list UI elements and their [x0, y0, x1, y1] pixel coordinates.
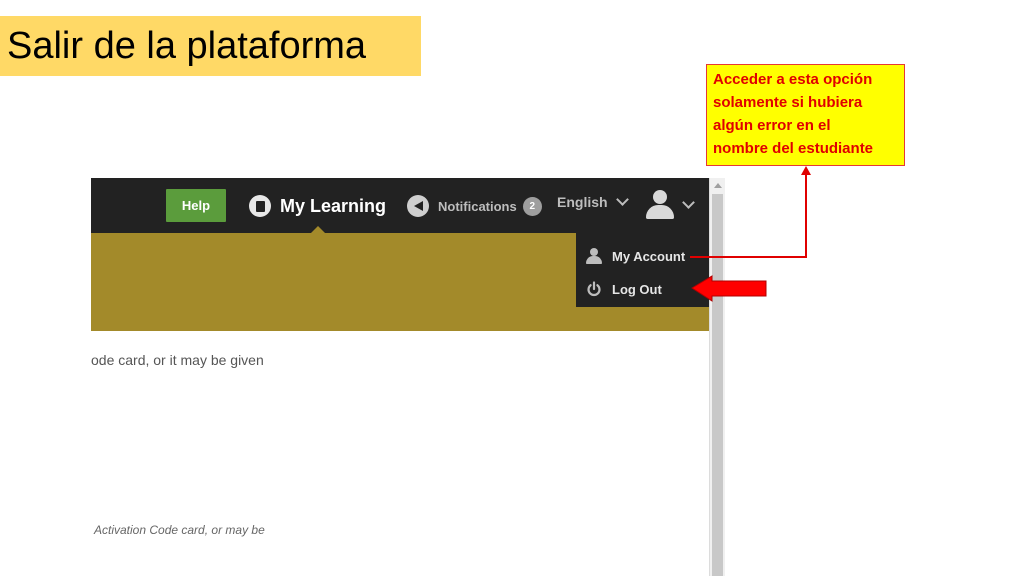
scroll-thumb[interactable]: [712, 194, 723, 576]
notifications-nav[interactable]: Notifications 2: [407, 192, 542, 220]
user-menu-toggle[interactable]: [644, 188, 695, 222]
language-selector[interactable]: English: [557, 193, 629, 210]
language-label: English: [557, 194, 608, 210]
user-avatar-icon: [644, 188, 676, 222]
page-text: ode card, or it may be given: [91, 352, 264, 368]
callout-line: solamente si hubiera: [713, 94, 863, 111]
notifications-count-badge: 2: [522, 196, 542, 216]
chevron-down-icon: [615, 193, 629, 206]
book-icon: [249, 195, 271, 217]
notifications-label: Notifications: [438, 198, 517, 214]
chevron-down-icon: [682, 196, 695, 209]
megaphone-icon: [407, 195, 429, 217]
callout-line: nombre del estudiante: [713, 140, 874, 157]
scroll-up-arrow-icon[interactable]: [714, 183, 722, 188]
person-icon: [586, 247, 602, 265]
callout-arrowhead: [801, 166, 811, 175]
help-button[interactable]: Help: [166, 189, 226, 222]
power-icon: [587, 281, 601, 297]
slide-title: Salir de la plataforma: [0, 16, 421, 76]
navbar: Help My Learning Notifications 2 English: [91, 178, 709, 234]
callout-line: Acceder a esta opción: [713, 71, 873, 88]
embedded-screenshot: Help My Learning Notifications 2 English: [91, 178, 725, 576]
vertical-scrollbar[interactable]: [709, 178, 725, 576]
menu-item-label: My Account: [612, 248, 686, 264]
menu-item-my-account[interactable]: My Account: [586, 246, 685, 266]
annotation-callout: Acceder a esta opción solamente si hubie…: [706, 64, 905, 166]
callout-line: algún error en el: [713, 117, 831, 134]
my-learning-label: My Learning: [280, 195, 387, 216]
user-dropdown-menu: My Account Log Out: [576, 233, 709, 307]
menu-item-label: Log Out: [612, 281, 662, 297]
page-text: Activation Code card, or may be: [94, 523, 265, 537]
my-learning-nav[interactable]: My Learning: [249, 190, 386, 222]
menu-item-log-out[interactable]: Log Out: [586, 279, 662, 299]
